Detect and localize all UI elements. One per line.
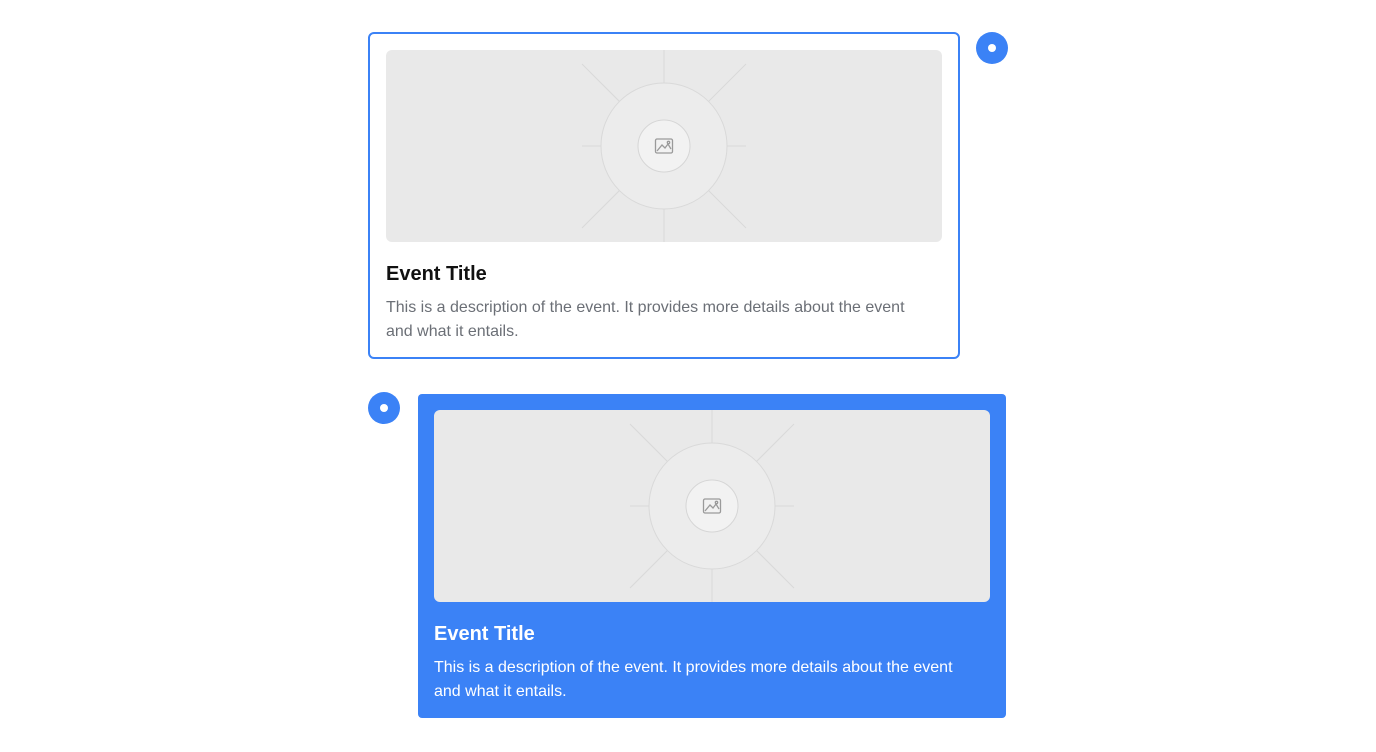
event-card[interactable]: Event Title This is a description of the… (368, 32, 960, 359)
image-placeholder-icon (629, 410, 795, 602)
event-image-placeholder (434, 410, 990, 602)
event-description: This is a description of the event. It p… (434, 659, 953, 700)
event-card-active[interactable]: Event Title This is a description of the… (418, 394, 1006, 718)
event-title: Event Title (434, 623, 535, 645)
event-description: This is a description of the event. It p… (386, 299, 905, 340)
event-image-placeholder (386, 50, 942, 242)
image-placeholder-icon (581, 50, 747, 242)
event-title: Event Title (386, 263, 487, 285)
timeline-dot-icon (368, 392, 400, 424)
timeline: Event Title This is a description of the… (0, 0, 1376, 752)
timeline-dot-icon (976, 32, 1008, 64)
